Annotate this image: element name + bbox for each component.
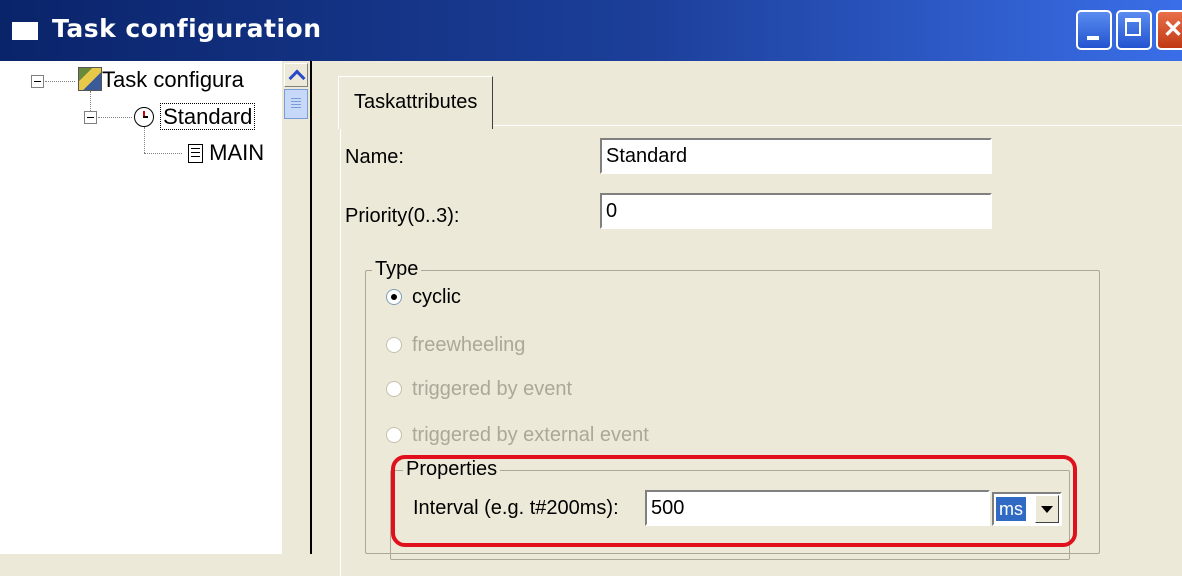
cyclic-radio[interactable] — [386, 289, 402, 305]
freewheeling-label[interactable]: freewheeling — [412, 334, 525, 357]
task-configuration-icon — [78, 67, 102, 91]
close-button[interactable] — [1156, 10, 1182, 50]
task-tree[interactable]: Task configura Standard MAIN — [0, 61, 282, 554]
clock-icon — [134, 107, 154, 127]
window-title-bar[interactable]: Task configuration — [0, 0, 1182, 61]
collapse-icon[interactable] — [84, 111, 97, 124]
cyclic-label[interactable]: cyclic — [412, 286, 461, 309]
triggered-by-external-event-radio[interactable] — [386, 427, 402, 443]
name-field[interactable]: Standard — [600, 138, 992, 174]
triggered-by-external-event-label[interactable]: triggered by external event — [412, 424, 649, 447]
program-document-icon — [188, 144, 203, 163]
highlight-annotation — [391, 455, 1077, 547]
maximize-button[interactable] — [1116, 10, 1152, 50]
scroll-thumb[interactable] — [284, 89, 308, 119]
window-title: Task configuration — [52, 14, 322, 43]
tree-item-task-configuration[interactable]: Task configura — [78, 66, 244, 94]
triggered-by-event-label[interactable]: triggered by event — [412, 378, 572, 401]
tree-item-label: Standard — [160, 103, 256, 130]
tree-scrollbar[interactable] — [282, 61, 310, 554]
scroll-up-icon[interactable] — [284, 63, 308, 87]
name-label: Name: — [345, 146, 404, 168]
priority-label: Priority(0..3): — [345, 205, 460, 227]
tree-item-main[interactable]: MAIN — [188, 139, 264, 167]
window-icon — [12, 18, 38, 40]
priority-field[interactable]: 0 — [600, 193, 992, 229]
tree-item-label: MAIN — [209, 140, 265, 165]
triggered-by-event-radio[interactable] — [386, 381, 402, 397]
type-group-title: Type — [372, 258, 422, 281]
tab-taskattributes[interactable]: Taskattributes — [338, 76, 494, 129]
pane-splitter[interactable] — [310, 61, 320, 554]
freewheeling-radio[interactable] — [386, 337, 402, 353]
tree-item-standard[interactable]: Standard — [134, 103, 256, 131]
collapse-icon[interactable] — [31, 75, 44, 88]
tree-item-label: Task configura — [102, 67, 244, 92]
minimize-button[interactable] — [1076, 10, 1112, 50]
